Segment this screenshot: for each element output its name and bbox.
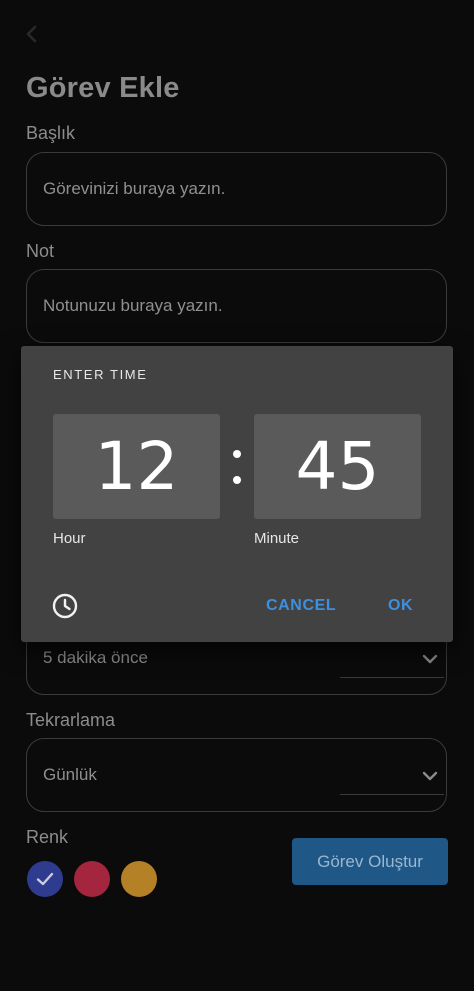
minute-input[interactable]: 45 (254, 414, 421, 519)
page-title: Görev Ekle (26, 72, 180, 104)
repeat-select[interactable]: Günlük (26, 738, 447, 812)
color-option-red[interactable] (74, 861, 110, 897)
create-task-button[interactable]: Görev Oluştur (292, 838, 448, 885)
time-picker-dialog: ENTER TIME 12 45 Hour Minute CANCEL OK (21, 346, 453, 642)
repeat-underline (340, 794, 444, 795)
note-label: Not (26, 241, 55, 261)
check-icon (36, 872, 54, 886)
minute-caption: Minute (254, 530, 300, 547)
repeat-label: Tekrarlama (26, 710, 116, 730)
color-option-blue[interactable] (27, 861, 63, 897)
note-input[interactable]: Notunuzu buraya yazın. (26, 269, 447, 343)
arrow-back-icon (26, 25, 37, 43)
hour-caption: Hour (53, 530, 86, 547)
dialog-title: ENTER TIME (53, 367, 148, 382)
reminder-value: 5 dakika önce (43, 648, 148, 667)
title-input[interactable]: Görevinizi buraya yazın. (26, 152, 447, 226)
color-label: Renk (26, 827, 69, 847)
time-separator (226, 434, 248, 498)
hour-input[interactable]: 12 (53, 414, 220, 519)
title-placeholder: Görevinizi buraya yazın. (43, 179, 226, 198)
repeat-value: Günlük (43, 765, 97, 784)
chevron-down-icon (422, 654, 438, 664)
ok-button[interactable]: OK (388, 597, 413, 615)
clock-icon (52, 593, 78, 619)
reminder-underline (340, 677, 444, 678)
note-placeholder: Notunuzu buraya yazın. (43, 296, 223, 315)
switch-to-clock-button[interactable] (51, 592, 79, 620)
color-option-yellow[interactable] (121, 861, 157, 897)
cancel-button[interactable]: CANCEL (266, 597, 336, 615)
back-button[interactable] (18, 20, 46, 48)
chevron-down-icon (422, 771, 438, 781)
title-label: Başlık (26, 123, 76, 143)
